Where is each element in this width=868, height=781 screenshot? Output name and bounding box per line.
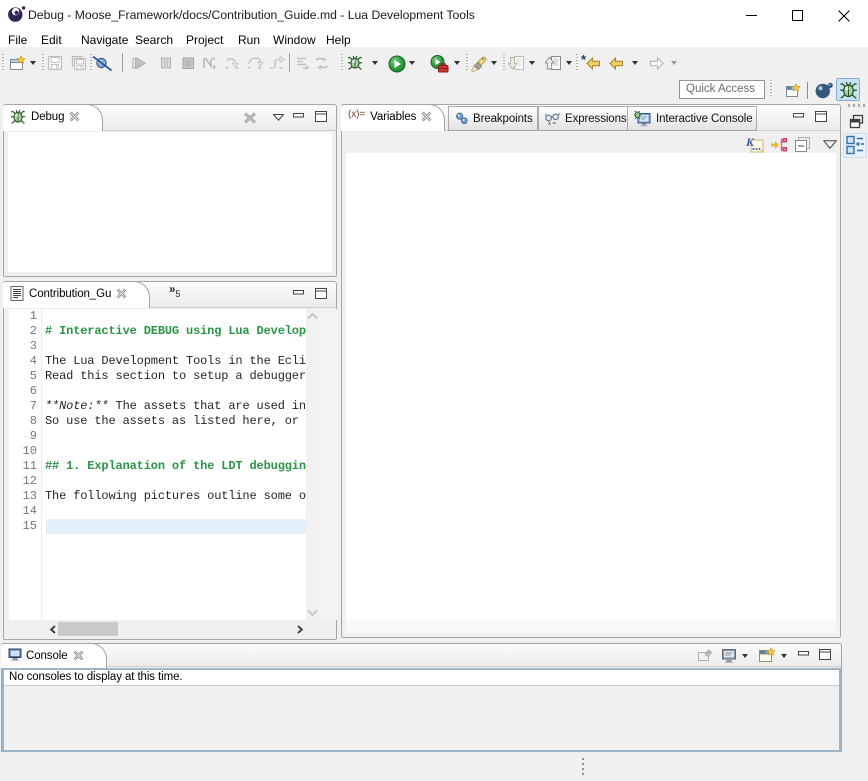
svg-text:K: K bbox=[746, 136, 755, 149]
svg-text:x =: x = bbox=[548, 121, 556, 126]
svg-text:*: * bbox=[581, 55, 587, 67]
